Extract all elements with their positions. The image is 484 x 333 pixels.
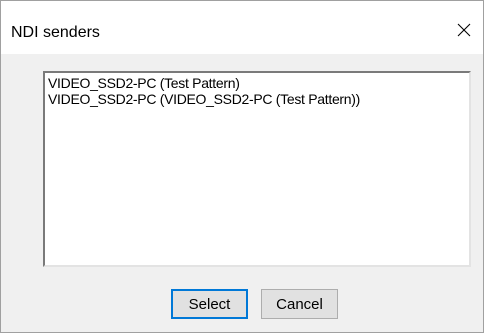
close-button[interactable] xyxy=(445,11,483,49)
ndi-senders-dialog: NDI senders VIDEO_SSD2-PC (Test Pattern)… xyxy=(0,0,484,333)
list-item[interactable]: VIDEO_SSD2-PC (Test Pattern) xyxy=(48,75,469,91)
close-icon xyxy=(457,23,471,37)
list-item[interactable]: VIDEO_SSD2-PC (VIDEO_SSD2-PC (Test Patte… xyxy=(48,91,469,107)
dialog-title: NDI senders xyxy=(11,24,100,41)
select-button[interactable]: Select xyxy=(171,289,248,319)
cancel-button[interactable]: Cancel xyxy=(261,289,338,319)
title-bar: NDI senders xyxy=(1,1,483,54)
senders-listbox[interactable]: VIDEO_SSD2-PC (Test Pattern) VIDEO_SSD2-… xyxy=(43,71,471,267)
